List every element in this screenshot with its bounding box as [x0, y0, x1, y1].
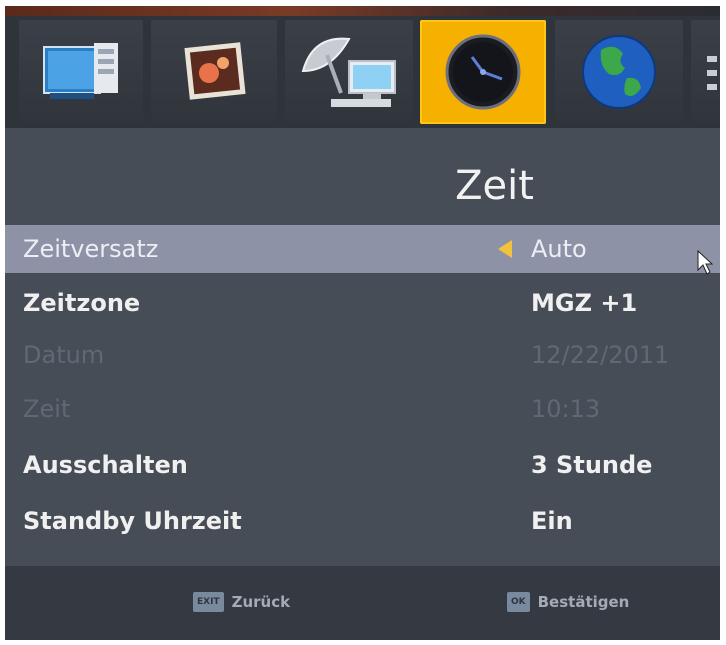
setting-value: Ein: [531, 507, 573, 535]
setting-row-datum: Datum 12/22/2011: [5, 331, 720, 379]
setting-label: Datum: [23, 341, 105, 369]
setting-value: 12/22/2011: [531, 341, 670, 369]
confirm-hint[interactable]: OK Bestätigen: [507, 592, 629, 612]
globe-icon: [582, 35, 656, 109]
tab-time[interactable]: [420, 20, 546, 124]
ok-key-icon: OK: [507, 592, 530, 612]
confirm-label: Bestätigen: [537, 593, 630, 611]
setting-label: Ausschalten: [23, 451, 188, 479]
mouse-pointer-icon: [697, 250, 713, 275]
arrow-left-icon[interactable]: [497, 239, 513, 259]
tab-installation[interactable]: [285, 20, 413, 124]
setting-row-ausschalten[interactable]: Ausschalten 3 Stunde: [5, 441, 720, 489]
footer-bar: EXIT Zurück OK Bestätigen: [5, 566, 720, 640]
setting-value: 10:13: [531, 395, 601, 423]
setting-value: MGZ +1: [531, 289, 638, 317]
top-band: [5, 6, 720, 16]
setting-label: Zeitversatz: [23, 235, 159, 263]
setting-label: Zeitzone: [23, 289, 141, 317]
tab-picture[interactable]: [19, 20, 143, 124]
exit-key-icon: EXIT: [193, 592, 224, 612]
picture-settings-icon: [43, 43, 118, 99]
setting-row-zeitzone[interactable]: Zeitzone MGZ +1: [5, 279, 720, 327]
tab-more[interactable]: [691, 20, 720, 124]
menu-icon-bar: [5, 16, 720, 128]
setting-row-standby-uhrzeit[interactable]: Standby Uhrzeit Ein: [5, 497, 720, 545]
page-title: Zeit: [455, 163, 534, 209]
tab-media[interactable]: [151, 20, 277, 124]
tv-menu-screen: Zeit Zeitversatz Auto Zeitzone MGZ +1 Da…: [5, 6, 720, 640]
setting-row-zeitversatz[interactable]: Zeitversatz Auto: [5, 225, 720, 273]
back-label: Zurück: [231, 593, 291, 611]
clock-icon: [445, 34, 521, 110]
tab-language[interactable]: [555, 20, 683, 124]
media-photo-icon: [184, 42, 246, 100]
back-hint[interactable]: EXIT Zurück: [193, 592, 290, 612]
setting-label: Zeit: [23, 395, 71, 423]
satellite-dish-icon: [301, 37, 396, 107]
setting-value: Auto: [531, 235, 587, 263]
more-icon: [707, 56, 717, 90]
setting-label: Standby Uhrzeit: [23, 507, 242, 535]
setting-value: 3 Stunde: [531, 451, 653, 479]
setting-row-zeit: Zeit 10:13: [5, 385, 720, 433]
